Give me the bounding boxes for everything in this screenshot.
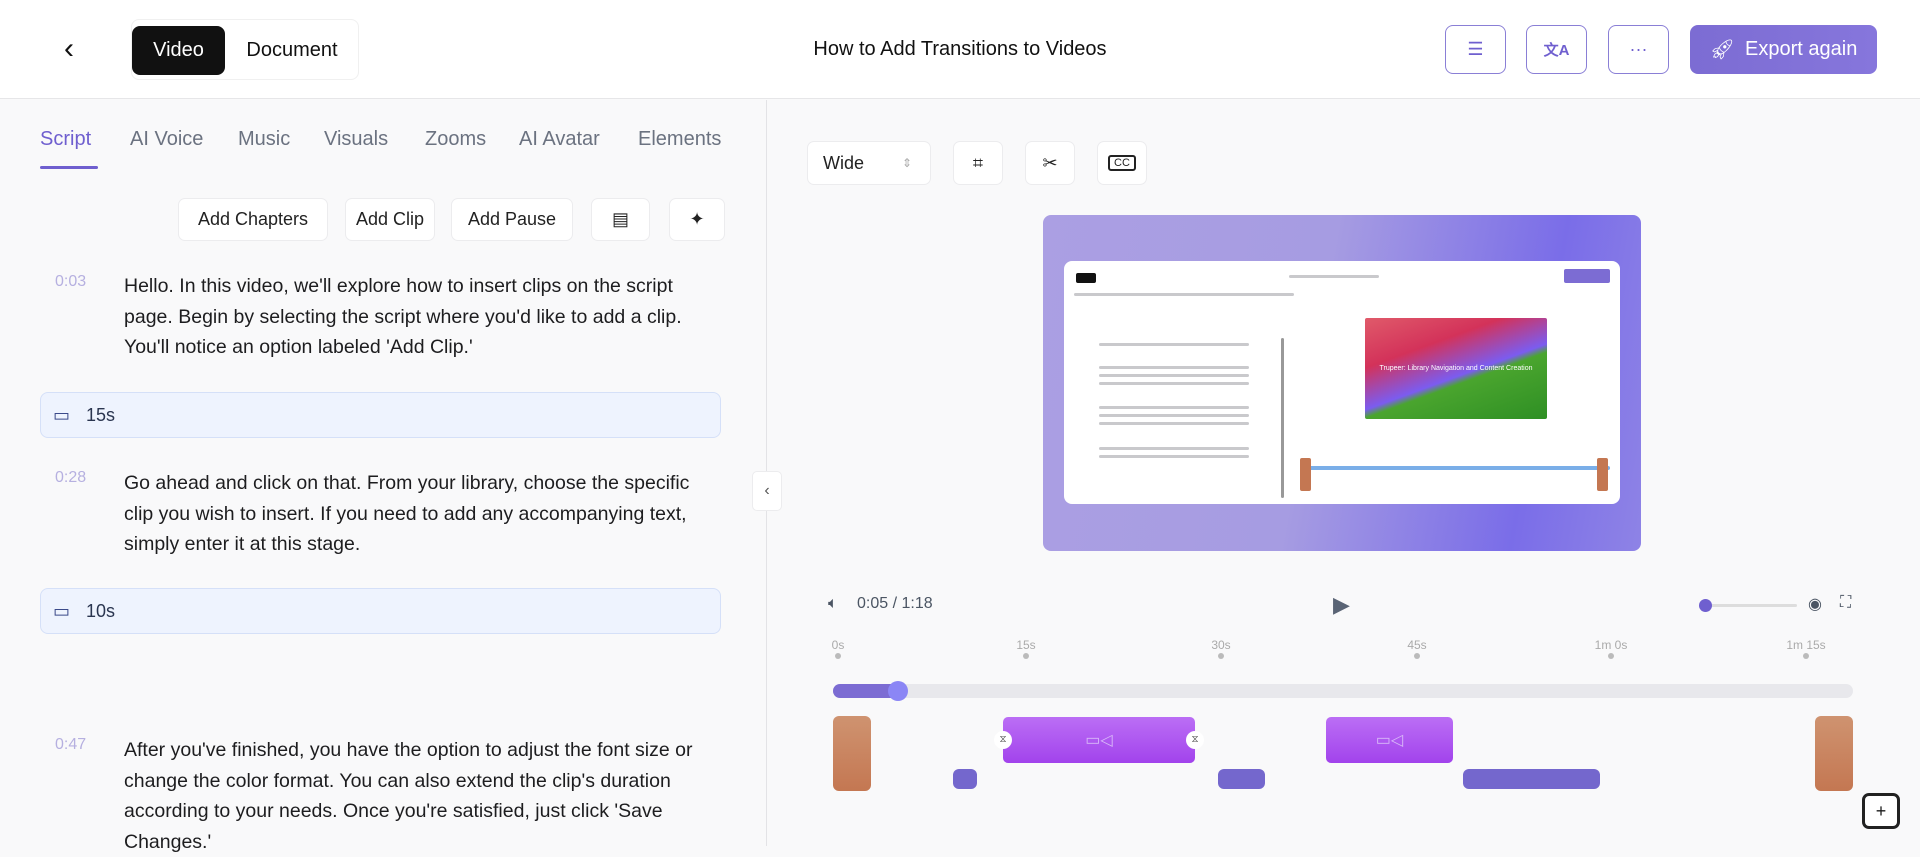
tab-ai-voice[interactable]: AI Voice xyxy=(130,128,203,151)
playback-time: 0:05 / 1:18 xyxy=(857,595,933,612)
translate-icon: 文A xyxy=(1543,42,1570,59)
volume-slider-knob[interactable] xyxy=(1699,599,1712,612)
comment-icon: ▤ xyxy=(611,209,629,229)
collapse-panel-button[interactable]: ‹ xyxy=(752,471,782,511)
sliders-icon: ☰ xyxy=(1467,39,1484,59)
video-clip[interactable]: ▭◁ xyxy=(1326,717,1453,763)
active-tab-indicator xyxy=(40,166,98,169)
tab-zooms[interactable]: Zooms xyxy=(425,128,486,151)
ruler-label: 0s xyxy=(831,638,845,652)
magic-wand-icon: ✦ xyxy=(689,209,705,229)
play-button[interactable]: ▶ xyxy=(1333,592,1350,618)
cut-button[interactable]: ✂ xyxy=(1025,141,1075,185)
scissors-icon: ✂ xyxy=(1042,152,1058,173)
ruler-label: 45s xyxy=(1407,638,1427,652)
top-bar: ‹ Video Document How to Add Transitions … xyxy=(0,0,1920,99)
segment-text[interactable]: Go ahead and click on that. From your li… xyxy=(124,468,714,560)
preview-thumbnail: Trupeer: Library Navigation and Content … xyxy=(1365,318,1547,419)
mode-document-tab[interactable]: Document xyxy=(227,26,357,75)
plus-icon: + xyxy=(1875,801,1887,821)
ruler-label: 1m 0s xyxy=(1594,638,1628,652)
text-track-item[interactable] xyxy=(953,769,977,789)
export-button[interactable]: 🚀︎ Export again xyxy=(1690,25,1877,74)
segment-text[interactable]: Hello. In this video, we'll explore how … xyxy=(124,271,714,363)
cc-icon: CC xyxy=(1108,155,1136,171)
ruler-tick xyxy=(1608,653,1614,659)
more-icon: ··· xyxy=(1629,39,1648,59)
transition-handle-icon[interactable]: ⧖ xyxy=(1186,731,1204,749)
clip-duration: 15s xyxy=(86,404,116,425)
segment-timestamp: 0:03 xyxy=(55,273,87,290)
translate-button[interactable]: 文A xyxy=(1526,25,1587,74)
fullscreen-icon: ⛶ xyxy=(1840,594,1852,611)
clip-block[interactable]: ▭ 10s xyxy=(40,588,721,634)
ruler-label: 15s xyxy=(1016,638,1036,652)
text-track-item[interactable] xyxy=(1463,769,1600,789)
project-title[interactable]: How to Add Transitions to Videos xyxy=(700,38,1220,61)
chevron-updown-icon: ⇕ xyxy=(901,156,912,170)
ruler-tick xyxy=(1803,653,1809,659)
intro-clip[interactable] xyxy=(833,716,871,791)
segment-timestamp: 0:28 xyxy=(55,469,87,486)
crop-button[interactable]: ⌗ xyxy=(953,141,1003,185)
back-button[interactable]: ‹ xyxy=(52,32,86,66)
mode-toggle: Video Document xyxy=(131,19,359,80)
video-camera-icon: ▭ xyxy=(53,404,71,425)
rocket-icon: 🚀︎ xyxy=(1709,39,1736,61)
ruler-tick xyxy=(1414,653,1420,659)
video-camera-icon: ▭ xyxy=(53,600,71,621)
more-button[interactable]: ··· xyxy=(1608,25,1669,74)
segment-text[interactable]: After you've finished, you have the opti… xyxy=(124,735,714,857)
transition-handle-icon[interactable]: ⧖ xyxy=(994,731,1012,749)
fullscreen-button[interactable]: ⛶ xyxy=(1840,594,1851,612)
tab-elements[interactable]: Elements xyxy=(638,128,721,151)
scrub-track[interactable] xyxy=(833,684,1853,698)
crop-icon: ⌗ xyxy=(972,152,984,173)
settings-button[interactable]: ☰ xyxy=(1445,25,1506,74)
visibility-button[interactable]: ◉ xyxy=(1808,594,1822,614)
tab-ai-avatar[interactable]: AI Avatar xyxy=(519,128,600,151)
ruler-label: 30s xyxy=(1211,638,1231,652)
captions-button[interactable]: CC xyxy=(1097,141,1147,185)
playhead-handle[interactable] xyxy=(888,681,909,701)
outro-clip[interactable] xyxy=(1815,716,1853,791)
segment-timestamp: 0:47 xyxy=(55,736,87,753)
text-track-item[interactable] xyxy=(1218,769,1265,789)
video-clip[interactable]: ▭◁ xyxy=(1003,717,1195,763)
volume-slider[interactable] xyxy=(1705,604,1797,607)
eye-icon: ◉ xyxy=(1808,596,1822,613)
ruler-tick xyxy=(1218,653,1224,659)
clip-block[interactable]: ▭ 15s xyxy=(40,392,721,438)
aspect-select[interactable]: Wide ⇕ xyxy=(807,141,931,185)
ruler-label: 1m 15s xyxy=(1786,638,1826,652)
add-pause-button[interactable]: Add Pause xyxy=(451,198,573,241)
video-preview[interactable]: Trupeer: Library Navigation and Content … xyxy=(1043,215,1641,551)
clip-duration: 10s xyxy=(86,600,116,621)
comment-button[interactable]: ▤ xyxy=(591,198,650,241)
ruler-tick xyxy=(835,653,841,659)
mode-video-tab[interactable]: Video xyxy=(132,26,225,75)
play-icon: ▶ xyxy=(1333,592,1350,617)
add-clip-button[interactable]: Add Clip xyxy=(345,198,435,241)
tab-script[interactable]: Script xyxy=(40,128,91,151)
ruler-tick xyxy=(1023,653,1029,659)
video-camera-icon: ▭◁ xyxy=(1085,732,1113,749)
speaker-icon: 🔈︎ xyxy=(828,595,838,612)
add-track-button[interactable]: + xyxy=(1862,793,1900,829)
volume-button[interactable]: 🔈︎ xyxy=(828,595,838,613)
magic-button[interactable]: ✦ xyxy=(669,198,725,241)
add-chapters-button[interactable]: Add Chapters xyxy=(178,198,328,241)
aspect-value: Wide xyxy=(823,152,865,173)
preview-frame: Trupeer: Library Navigation and Content … xyxy=(1064,261,1620,504)
tab-music[interactable]: Music xyxy=(238,128,290,151)
export-label: Export again xyxy=(1745,38,1858,60)
video-camera-icon: ▭◁ xyxy=(1375,732,1404,749)
tab-visuals[interactable]: Visuals xyxy=(324,128,388,151)
